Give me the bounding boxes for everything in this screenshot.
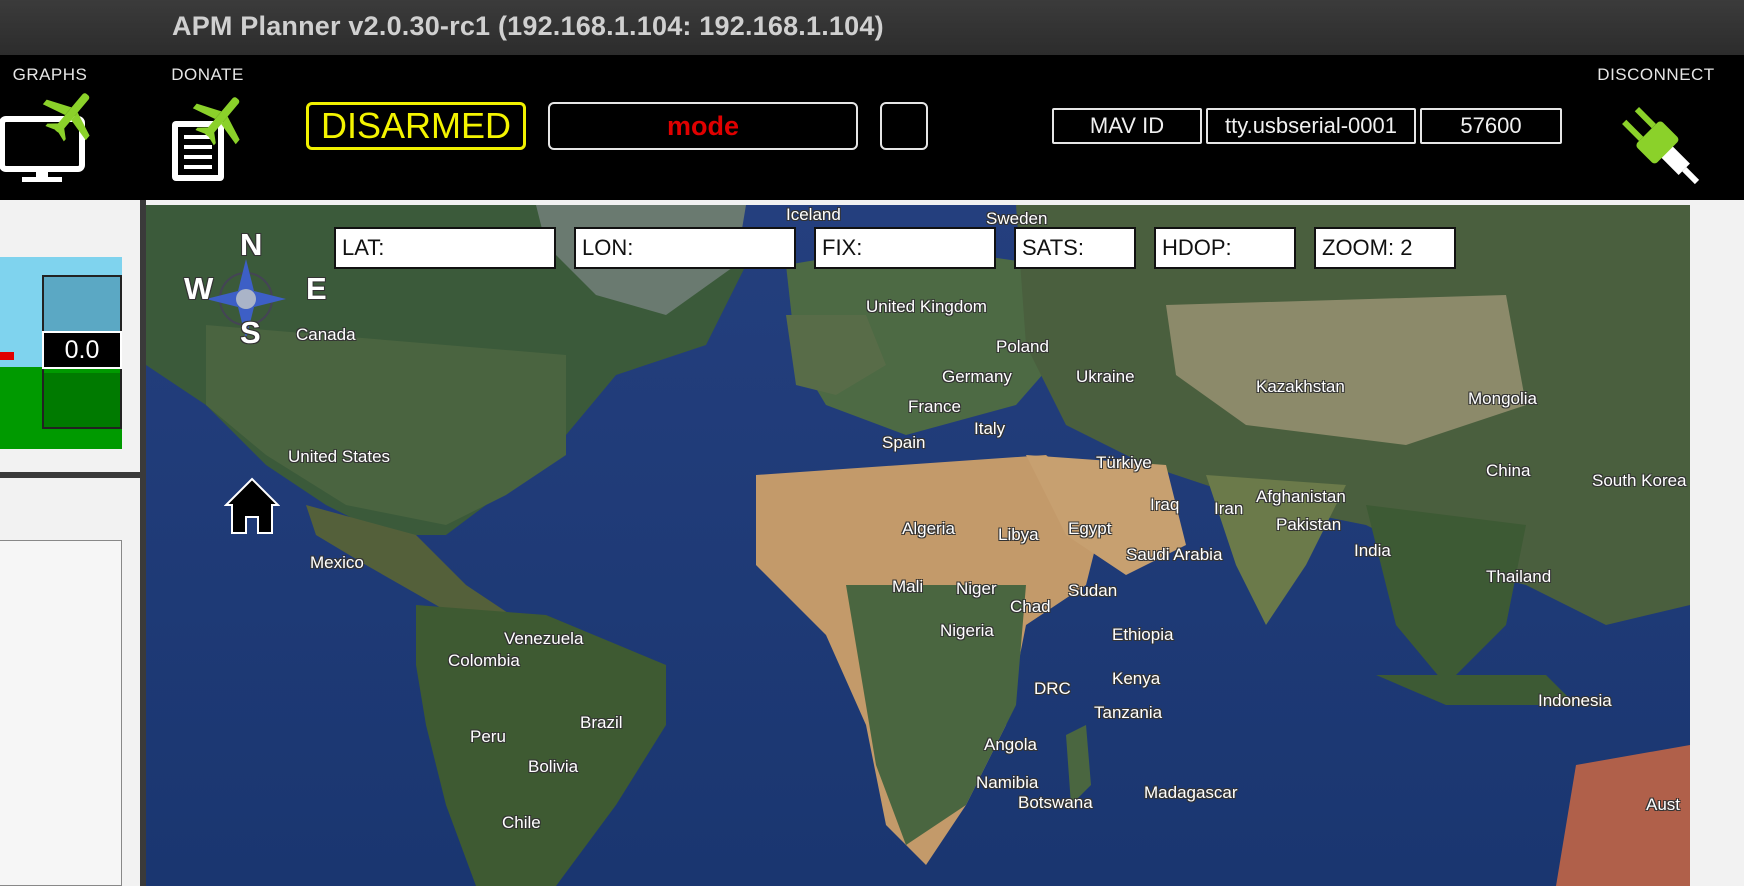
map-view[interactable]: N S W E LAT: LON: FIX: SATS: HDOP: ZOOM:… <box>146 205 1690 886</box>
place-label: Chad <box>1010 597 1051 616</box>
place-label: Libya <box>998 525 1039 544</box>
place-label: Thailand <box>1486 567 1552 586</box>
place-label: Mexico <box>310 553 364 572</box>
flight-mode[interactable]: mode <box>548 102 858 150</box>
place-label: India <box>1354 541 1391 560</box>
place-label: United States <box>288 447 391 466</box>
place-label: Germany <box>942 367 1012 386</box>
place-label: Algeria <box>902 519 955 538</box>
place-label: Kenya <box>1112 669 1161 688</box>
plug-icon <box>1622 107 1700 185</box>
place-label: Mali <box>892 577 924 596</box>
place-label: China <box>1486 461 1531 480</box>
place-label: Italy <box>974 419 1006 438</box>
place-label: Namibia <box>976 773 1039 792</box>
tape-lower <box>44 373 120 427</box>
sats-readout: SATS: <box>1014 227 1136 269</box>
place-label: Colombia <box>448 651 520 670</box>
fix-readout: FIX: <box>814 227 996 269</box>
baud-select[interactable]: 57600 <box>1420 108 1562 144</box>
place-label: Iraq <box>1150 495 1180 514</box>
place-label: Afghanistan <box>1256 487 1346 506</box>
place-label: Botswana <box>1018 793 1093 812</box>
mav-id-field[interactable]: MAV ID <box>1052 108 1202 144</box>
arm-status-text: DISARMED <box>320 105 512 146</box>
compass-n: N <box>240 227 263 262</box>
window-title: APM Planner v2.0.30-rc1 (192.168.1.104: … <box>172 11 884 41</box>
place-label: Indonesia <box>1538 691 1612 710</box>
disconnect-button[interactable]: DISCONNECT <box>1586 55 1726 191</box>
disconnect-label: DISCONNECT <box>1597 65 1715 84</box>
port-select[interactable]: tty.usbserial-0001 <box>1206 108 1416 144</box>
hud-marker <box>0 352 14 360</box>
left-panel: 0.0 <box>0 200 146 886</box>
donate-button[interactable]: DONATE <box>160 55 255 183</box>
graphs-button[interactable]: GRAPHS <box>0 55 100 183</box>
place-label: France <box>908 397 961 416</box>
place-label: Madagascar <box>1144 783 1238 802</box>
place-label: Ukraine <box>1076 367 1135 386</box>
place-label: Iran <box>1214 499 1244 518</box>
place-label: Tanzania <box>1094 703 1163 722</box>
tape-upper <box>44 277 120 333</box>
place-label: Venezuela <box>504 629 584 648</box>
place-label: Iceland <box>786 205 841 224</box>
compass-e: E <box>306 271 327 306</box>
place-label: Pakistan <box>1276 515 1342 534</box>
place-label: Türkiye <box>1096 453 1152 472</box>
place-label: Sweden <box>986 209 1048 228</box>
donate-icon <box>172 97 240 181</box>
place-label: Mongolia <box>1468 389 1537 408</box>
place-label: Aust <box>1646 795 1681 814</box>
donate-label: DONATE <box>171 65 244 84</box>
place-label: United Kingdom <box>866 297 987 316</box>
toolbar: GRAPHS DONATE DISARMED mode MAV ID tty.u… <box>0 55 1744 200</box>
place-label: Kazakhstan <box>1256 377 1345 396</box>
title-bar: APM Planner v2.0.30-rc1 (192.168.1.104: … <box>0 0 1744 55</box>
place-label: Niger <box>956 579 997 598</box>
arm-status: DISARMED <box>306 102 526 150</box>
right-margin <box>1690 205 1744 886</box>
place-label: Spain <box>882 433 926 452</box>
place-label: Canada <box>296 325 356 344</box>
compass-s: S <box>240 315 261 350</box>
place-label: Bolivia <box>528 757 579 776</box>
place-label: South Korea <box>1592 471 1687 490</box>
flight-mode-text: mode <box>666 111 739 141</box>
place-label: Angola <box>984 735 1037 754</box>
place-label: Poland <box>996 337 1049 356</box>
place-label: Brazil <box>580 713 623 732</box>
place-label: Nigeria <box>940 621 994 640</box>
graphs-icon <box>0 93 90 182</box>
lower-panel <box>0 540 122 886</box>
lat-readout: LAT: <box>334 227 556 269</box>
place-label: Ethiopia <box>1112 625 1174 644</box>
compass-w: W <box>184 271 214 306</box>
panel-divider[interactable] <box>0 472 146 478</box>
place-label: Peru <box>470 727 506 746</box>
altitude-value: 0.0 <box>42 331 122 369</box>
place-label: Saudi Arabia <box>1126 545 1223 564</box>
attitude-indicator: 0.0 <box>0 257 122 449</box>
place-label: DRC <box>1034 679 1071 698</box>
status-box <box>880 102 928 150</box>
zoom-readout: ZOOM: 2 <box>1314 227 1456 269</box>
home-icon[interactable] <box>224 477 280 535</box>
place-label: Egypt <box>1068 519 1112 538</box>
place-label: Chile <box>502 813 541 832</box>
hdop-readout: HDOP: <box>1154 227 1296 269</box>
place-label: Sudan <box>1068 581 1118 600</box>
graphs-label: GRAPHS <box>12 65 88 84</box>
lon-readout: LON: <box>574 227 796 269</box>
